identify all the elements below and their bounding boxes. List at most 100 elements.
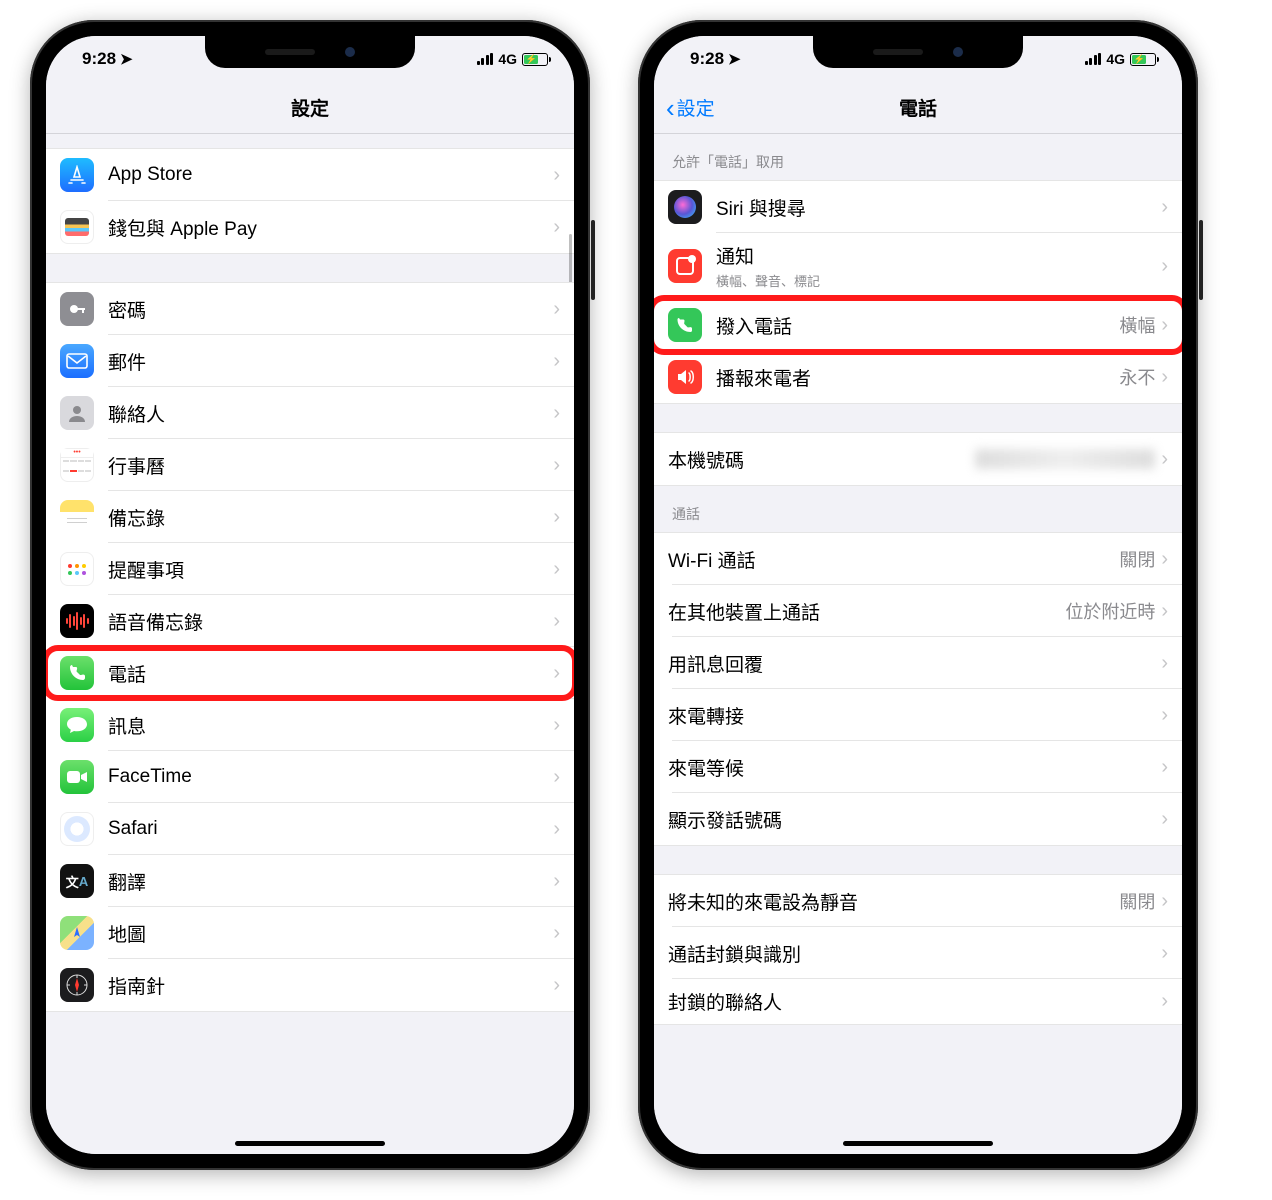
- chevron-right-icon: ›: [1161, 366, 1168, 389]
- row-announce-calls[interactable]: 播報來電者 永不 ›: [654, 351, 1182, 403]
- row-detail: 永不: [1119, 364, 1155, 390]
- row-notifications[interactable]: 通知 橫幅、聲音、標記 ›: [654, 233, 1182, 299]
- chevron-right-icon: ›: [553, 164, 560, 187]
- row-label: 在其他裝置上通話: [668, 598, 1065, 625]
- mail-icon: [60, 344, 94, 378]
- signal-icon: [477, 53, 494, 65]
- row-compass[interactable]: 指南針 ›: [46, 959, 574, 1011]
- row-appstore[interactable]: App Store ›: [46, 149, 574, 201]
- row-siri[interactable]: Siri 與搜尋 ›: [654, 181, 1182, 233]
- row-incoming-calls[interactable]: 撥入電話 橫幅 ›: [654, 299, 1182, 351]
- chevron-right-icon: ›: [553, 506, 560, 529]
- row-label: 聯絡人: [108, 400, 553, 427]
- row-phone[interactable]: 電話 ›: [46, 647, 574, 699]
- row-label: App Store: [108, 164, 553, 186]
- row-label: 指南針: [108, 972, 553, 999]
- chevron-right-icon: ›: [553, 714, 560, 737]
- chevron-right-icon: ›: [553, 610, 560, 633]
- row-calendar[interactable]: ••• 行事曆 ›: [46, 439, 574, 491]
- row-label: 郵件: [108, 348, 553, 375]
- row-wifi-calling[interactable]: Wi-Fi 通話 關閉 ›: [654, 533, 1182, 585]
- row-label: 備忘錄: [108, 504, 553, 531]
- notch: [813, 36, 1023, 68]
- chevron-right-icon: ›: [553, 662, 560, 685]
- notifications-icon: [668, 249, 702, 283]
- row-label: 撥入電話: [716, 312, 1119, 339]
- row-label: 用訊息回覆: [668, 650, 1161, 677]
- battery-icon: ⚡: [522, 53, 548, 66]
- row-label: 顯示發話號碼: [668, 806, 1161, 833]
- home-indicator[interactable]: [235, 1141, 385, 1146]
- group-header-allow: 允許「電話」取用: [654, 134, 1182, 180]
- row-show-caller-id[interactable]: 顯示發話號碼 ›: [654, 793, 1182, 845]
- chevron-right-icon: ›: [1161, 652, 1168, 675]
- chevron-right-icon: ›: [1161, 990, 1168, 1013]
- chevron-right-icon: ›: [1161, 756, 1168, 779]
- chevron-right-icon: ›: [1161, 448, 1168, 471]
- row-voicememos[interactable]: 語音備忘錄 ›: [46, 595, 574, 647]
- row-sublabel: 橫幅、聲音、標記: [716, 271, 1161, 290]
- row-label: 通話封鎖與識別: [668, 940, 1161, 967]
- row-call-forwarding[interactable]: 來電轉接 ›: [654, 689, 1182, 741]
- back-button[interactable]: ‹ 設定: [666, 94, 715, 121]
- row-detail: 關閉: [1119, 546, 1155, 572]
- signal-icon: [1085, 53, 1102, 65]
- network-label: 4G: [498, 51, 517, 67]
- chevron-right-icon: ›: [1161, 704, 1168, 727]
- row-contacts[interactable]: 聯絡人 ›: [46, 387, 574, 439]
- row-label: Safari: [108, 818, 553, 840]
- row-label: 語音備忘錄: [108, 608, 553, 635]
- facetime-icon: [60, 760, 94, 794]
- row-respond-with-text[interactable]: 用訊息回覆 ›: [654, 637, 1182, 689]
- chevron-right-icon: ›: [553, 766, 560, 789]
- row-blocked-contacts[interactable]: 封鎖的聯絡人 ›: [654, 979, 1182, 1024]
- my-number-value-blurred: [975, 449, 1155, 469]
- chevron-right-icon: ›: [553, 216, 560, 239]
- row-label: 封鎖的聯絡人: [668, 988, 1161, 1015]
- phone-frame-right: 9:28 ➤ 4G ⚡ ‹ 設定 電話 允許「電話」取用: [638, 20, 1198, 1170]
- wallet-icon: [60, 210, 94, 244]
- row-notes[interactable]: 備忘錄 ›: [46, 491, 574, 543]
- row-call-waiting[interactable]: 來電等候 ›: [654, 741, 1182, 793]
- row-passwords[interactable]: 密碼 ›: [46, 283, 574, 335]
- row-label: 訊息: [108, 712, 553, 739]
- row-maps[interactable]: 地圖 ›: [46, 907, 574, 959]
- row-label: 行事曆: [108, 452, 553, 479]
- settings-list[interactable]: App Store › 錢包與 Apple Pay › 密碼: [46, 134, 574, 1154]
- translate-icon: 文A: [60, 864, 94, 898]
- row-label: 本機號碼: [668, 446, 975, 473]
- row-mail[interactable]: 郵件 ›: [46, 335, 574, 387]
- row-translate[interactable]: 文A 翻譯 ›: [46, 855, 574, 907]
- chevron-right-icon: ›: [1161, 600, 1168, 623]
- row-safari[interactable]: Safari ›: [46, 803, 574, 855]
- row-calls-on-other-devices[interactable]: 在其他裝置上通話 位於附近時 ›: [654, 585, 1182, 637]
- contacts-icon: [60, 396, 94, 430]
- home-indicator[interactable]: [843, 1141, 993, 1146]
- chevron-right-icon: ›: [553, 402, 560, 425]
- chevron-right-icon: ›: [1161, 196, 1168, 219]
- chevron-right-icon: ›: [1161, 942, 1168, 965]
- chevron-right-icon: ›: [553, 454, 560, 477]
- chevron-right-icon: ›: [553, 818, 560, 841]
- phone-settings-list[interactable]: 允許「電話」取用 Siri 與搜尋 › 通知 橫幅、聲音、標記: [654, 134, 1182, 1154]
- row-my-number[interactable]: 本機號碼 ›: [654, 433, 1182, 485]
- row-messages[interactable]: 訊息 ›: [46, 699, 574, 751]
- row-facetime[interactable]: FaceTime ›: [46, 751, 574, 803]
- notes-icon: [60, 500, 94, 534]
- group-header-calls: 通話: [654, 486, 1182, 532]
- reminders-icon: [60, 552, 94, 586]
- row-call-blocking-id[interactable]: 通話封鎖與識別 ›: [654, 927, 1182, 979]
- chevron-right-icon: ›: [1161, 314, 1168, 337]
- safari-icon: [60, 812, 94, 846]
- row-reminders[interactable]: 提醒事項 ›: [46, 543, 574, 595]
- phone-incoming-icon: [668, 308, 702, 342]
- row-label: 提醒事項: [108, 556, 553, 583]
- status-time: 9:28: [82, 49, 116, 69]
- row-wallet[interactable]: 錢包與 Apple Pay ›: [46, 201, 574, 253]
- row-silence-unknown[interactable]: 將未知的來電設為靜音 關閉 ›: [654, 875, 1182, 927]
- row-label: 電話: [108, 660, 553, 687]
- location-icon: ➤: [728, 50, 741, 68]
- siri-icon: [668, 190, 702, 224]
- notch: [205, 36, 415, 68]
- nav-bar: ‹ 設定 電話: [654, 82, 1182, 134]
